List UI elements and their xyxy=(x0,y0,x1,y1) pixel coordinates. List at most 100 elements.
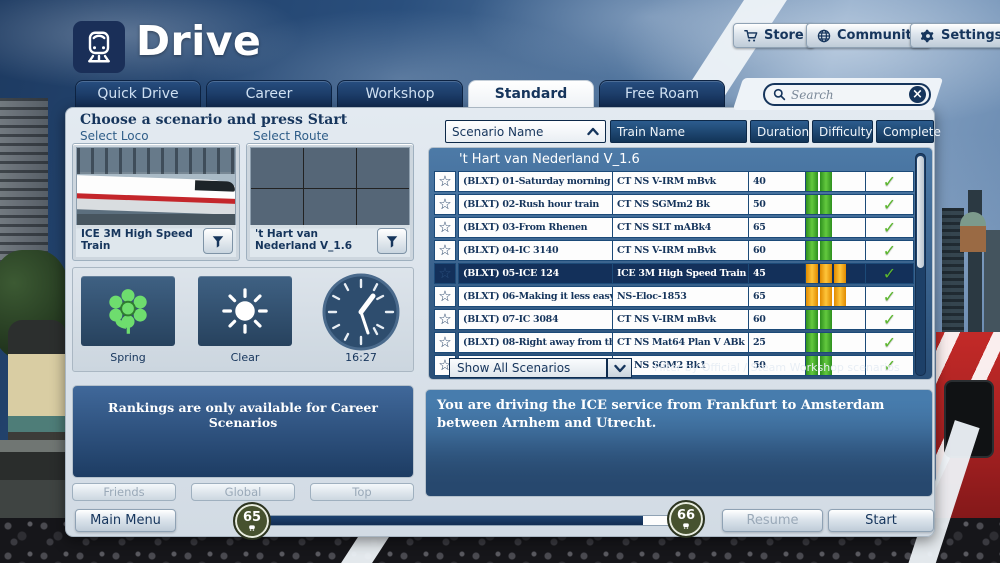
background-platform xyxy=(0,440,70,530)
search-icon xyxy=(773,88,786,101)
train-icon xyxy=(81,29,117,65)
train-name: CT NS V-IRM mBvk xyxy=(617,176,716,187)
scenario-description-panel: You are driving the ICE service from Fra… xyxy=(425,389,933,497)
table-row[interactable]: ☆ (BLXT) 08-Right away from the museum !… xyxy=(434,332,914,353)
column-header-difficulty[interactable]: Difficulty xyxy=(812,120,873,143)
loco-filter-button[interactable] xyxy=(203,228,233,254)
time-label: 16:27 xyxy=(321,351,401,364)
table-row[interactable]: ☆ (BLXT) 02-Rush hour train CT NS SGMm2 … xyxy=(434,194,914,215)
scenario-name: (BLXT) 06-Making it less easy xyxy=(463,291,613,302)
duration-value: 40 xyxy=(753,176,766,187)
favorite-star-icon[interactable]: ☆ xyxy=(434,240,456,261)
tab-workshop[interactable]: Workshop xyxy=(337,80,463,107)
driver-level-badge-next: 66 xyxy=(667,500,705,538)
page-title: Drive xyxy=(136,17,261,65)
scenario-description: You are driving the ICE service from Fra… xyxy=(437,397,921,433)
route-card[interactable]: 't Hart van Nederland V_1.6 xyxy=(246,143,414,261)
dropdown-chevron-button[interactable] xyxy=(607,358,632,378)
table-scrollbar[interactable] xyxy=(915,153,926,376)
rankings-message: Rankings are only available for Career S… xyxy=(99,400,387,430)
weather-label: Clear xyxy=(198,351,292,364)
favorite-star-icon[interactable]: ☆ xyxy=(434,217,456,238)
main-menu-button[interactable]: Main Menu xyxy=(75,509,176,532)
cart-icon xyxy=(744,29,758,43)
difficulty-bars xyxy=(806,309,866,330)
search-input[interactable] xyxy=(791,88,909,102)
favorite-star-icon[interactable]: ☆ xyxy=(434,171,456,192)
drive-logo xyxy=(73,21,125,73)
driver-level-badge-current: 65 xyxy=(233,502,271,540)
duration-value: 60 xyxy=(753,314,766,325)
loco-card[interactable]: ICE 3M High Speed Train xyxy=(72,143,240,261)
duration-value: 60 xyxy=(753,245,766,256)
duration-value: 50 xyxy=(753,199,766,210)
column-header-complete[interactable]: Complete xyxy=(876,120,934,143)
tab-quick-drive[interactable]: Quick Drive xyxy=(75,80,201,107)
tab-standard[interactable]: Standard xyxy=(468,80,594,107)
level-current: 65 xyxy=(243,511,261,524)
sort-ascending-icon xyxy=(587,127,599,136)
clear-sun-icon xyxy=(219,285,271,337)
show-scenarios-dropdown[interactable]: Show All Scenarios xyxy=(449,358,607,378)
route-filter-button[interactable] xyxy=(377,228,407,254)
filter-funnel-icon xyxy=(385,235,399,248)
train-name: CT NS Mat64 Plan V ABk xyxy=(617,337,745,348)
route-group-header: 't Hart van Nederland V_1.6 xyxy=(459,152,640,167)
column-header-train-name[interactable]: Train Name xyxy=(610,120,747,143)
duration-value: 45 xyxy=(753,268,766,279)
table-row[interactable]: ☆ (BLXT) 04-IC 3140 CT NS V-IRM mBvk 60 … xyxy=(434,240,914,261)
tab-career[interactable]: Career xyxy=(206,80,332,107)
train-name: CT NS V-IRM mBvk xyxy=(617,245,716,256)
background-dome xyxy=(960,212,986,252)
complete-check-icon: ✓ xyxy=(883,218,896,237)
favorite-star-icon[interactable]: ☆ xyxy=(434,286,456,307)
scenario-name: (BLXT) 07-IC 3084 xyxy=(463,314,558,325)
top-button[interactable]: Top xyxy=(310,483,414,501)
xp-progress-bar xyxy=(264,515,686,526)
table-row[interactable]: ☆ (BLXT) 03-From Rhenen CT NS SLT mABk4 … xyxy=(434,217,914,238)
global-button[interactable]: Global xyxy=(191,483,295,501)
scrollbar-thumb[interactable] xyxy=(917,156,924,268)
complete-check-icon: ✓ xyxy=(883,172,896,191)
resume-button[interactable]: Resume xyxy=(722,509,823,532)
start-button[interactable]: Start xyxy=(828,509,934,532)
favorite-star-icon[interactable]: ☆ xyxy=(434,332,456,353)
scenario-rows: ☆ (BLXT) 01-Saturday morning trip CT NS … xyxy=(434,171,914,376)
column-header-scenario-name[interactable]: Scenario Name xyxy=(445,120,606,143)
store-label: Store xyxy=(764,28,804,43)
complete-check-icon: ✓ xyxy=(883,264,896,283)
complete-check-icon: ✓ xyxy=(883,241,896,260)
complete-check-icon: ✓ xyxy=(883,287,896,306)
difficulty-bars xyxy=(806,286,866,307)
clock-icon xyxy=(321,272,401,352)
search-bar: × xyxy=(763,83,931,106)
column-header-duration[interactable]: Duration xyxy=(750,120,809,143)
tab-free-roam[interactable]: Free Roam xyxy=(599,80,725,107)
weather-tile[interactable] xyxy=(198,276,292,346)
train-name: CT NS V-IRM mBvk xyxy=(617,314,716,325)
scenario-name: (BLXT) 01-Saturday morning trip xyxy=(463,176,613,187)
time-clock[interactable] xyxy=(321,272,401,352)
filter-funnel-icon xyxy=(211,235,225,248)
favorite-star-icon[interactable]: ☆ xyxy=(434,194,456,215)
table-row[interactable]: ☆ (BLXT) 06-Making it less easy NS-Eloc-… xyxy=(434,286,914,307)
scenario-name: (BLXT) 02-Rush hour train xyxy=(463,199,599,210)
table-row-selected[interactable]: ☆ (BLXT) 05-ICE 124 ICE 3M High Speed Tr… xyxy=(434,263,914,284)
store-button[interactable]: Store xyxy=(733,23,815,48)
favorite-star-icon[interactable]: ☆ xyxy=(434,309,456,330)
table-row[interactable]: ☆ (BLXT) 07-IC 3084 CT NS V-IRM mBvk 60 … xyxy=(434,309,914,330)
loco-name: ICE 3M High Speed Train xyxy=(81,229,199,252)
spring-flower-icon xyxy=(102,285,154,337)
season-tile[interactable] xyxy=(81,276,175,346)
friends-button[interactable]: Friends xyxy=(72,483,176,501)
xp-progress-fill xyxy=(265,516,643,525)
scenario-name: (BLXT) 04-IC 3140 xyxy=(463,245,558,256)
close-icon[interactable]: × xyxy=(909,86,926,103)
favorite-star-icon[interactable]: ☆ xyxy=(434,263,456,284)
difficulty-bars xyxy=(806,332,866,353)
table-row[interactable]: ☆ (BLXT) 01-Saturday morning trip CT NS … xyxy=(434,171,914,192)
scenario-name: (BLXT) 03-From Rhenen xyxy=(463,222,587,233)
settings-button[interactable]: Settings xyxy=(910,23,1000,48)
scenario-name: (BLXT) 05-ICE 124 xyxy=(463,268,559,279)
mini-train-icon xyxy=(682,523,690,529)
